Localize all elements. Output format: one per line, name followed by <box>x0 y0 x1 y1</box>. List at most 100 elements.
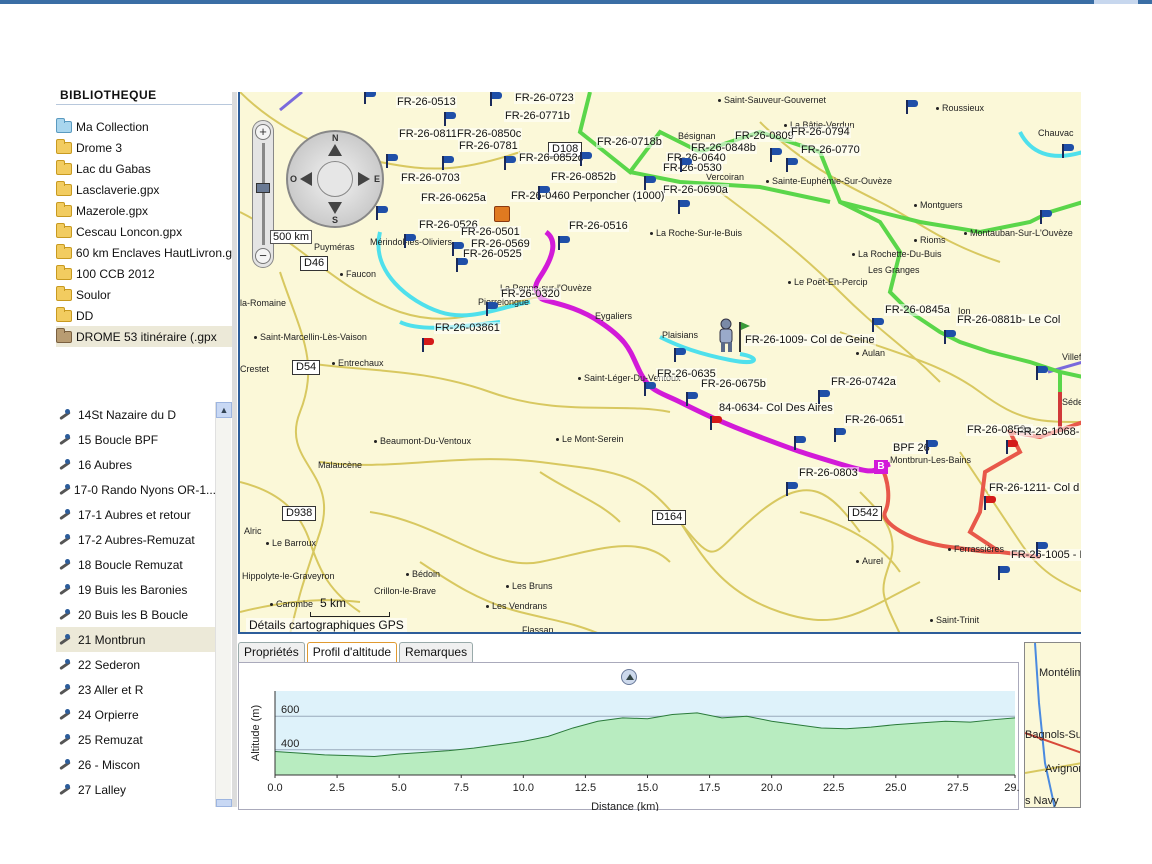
library-folder-item[interactable]: DROME 53 itinéraire (.gpx <box>56 326 232 347</box>
library-folder-item[interactable]: 60 km Enclaves HautLivron.g <box>56 242 232 263</box>
waypoint-label[interactable]: FR-26-0690a <box>662 184 729 196</box>
waypoint-label[interactable]: FR-26-0516 <box>568 220 629 232</box>
waypoint-flag-icon[interactable] <box>872 318 884 332</box>
waypoint-label[interactable]: FR-26-0850c <box>456 128 523 140</box>
waypoint-flag-icon[interactable] <box>452 242 464 256</box>
compass-center[interactable] <box>317 161 353 197</box>
library-folder-item[interactable]: Drome 3 <box>56 137 232 158</box>
overview-minimap[interactable]: Montélim Bagnols-Sur-C Avignon s Navy <box>1024 642 1081 808</box>
waypoint-flag-icon[interactable] <box>442 156 454 170</box>
route-list-item[interactable]: 20 Buis les B Boucle <box>56 602 216 627</box>
waypoint-flag-icon[interactable] <box>486 302 498 316</box>
waypoint-label[interactable]: FR-26-0809 <box>734 130 795 142</box>
waypoint-label[interactable]: FR-26-0770 <box>800 144 861 156</box>
waypoint-flag-icon[interactable] <box>404 234 416 248</box>
zoom-out-button[interactable]: − <box>255 248 271 264</box>
waypoint-label[interactable]: FR-26-0742a <box>830 376 897 388</box>
route-list-item[interactable]: 22 Sederon <box>56 652 216 677</box>
waypoint-label[interactable]: FR-26-0881b- Le Col <box>956 314 1062 326</box>
waypoint-flag-icon[interactable] <box>580 152 592 166</box>
route-list-item[interactable]: 19 Buis les Baronies <box>56 577 216 602</box>
waypoint-flag-icon[interactable] <box>644 382 656 396</box>
waypoint-flag-red-icon[interactable] <box>422 338 434 352</box>
waypoint-label[interactable]: FR-26-0513 <box>396 96 457 108</box>
library-folder-item[interactable]: Cescau Loncon.gpx <box>56 221 232 242</box>
scroll-down-button[interactable] <box>216 799 232 807</box>
waypoint-label[interactable]: FR-26-0625a <box>420 192 487 204</box>
waypoint-flag-icon[interactable] <box>1062 144 1074 158</box>
waypoint-flag-icon[interactable] <box>786 482 798 496</box>
waypoint-label[interactable]: FR-26-0845a <box>884 304 951 316</box>
waypoint-flag-icon[interactable] <box>444 112 456 126</box>
library-folder-item[interactable]: Ma Collection <box>56 116 232 137</box>
poi-icon[interactable] <box>494 206 510 222</box>
waypoint-flag-red-icon[interactable] <box>1006 440 1018 454</box>
scroll-up-button[interactable]: ▲ <box>216 402 232 418</box>
route-list-item[interactable]: 18 Boucle Remuzat <box>56 552 216 577</box>
pan-north-icon[interactable] <box>328 144 342 156</box>
route-end-marker-icon[interactable]: B <box>874 460 888 474</box>
waypoint-label[interactable]: FR-26-0803 <box>798 467 859 479</box>
waypoint-flag-icon[interactable] <box>1036 366 1048 380</box>
pan-west-icon[interactable] <box>300 172 312 186</box>
waypoint-flag-icon[interactable] <box>770 148 782 162</box>
route-list-item[interactable]: 26 - Miscon <box>56 752 216 777</box>
waypoint-flag-icon[interactable] <box>818 390 830 404</box>
library-folder-item[interactable]: Lac du Gabas <box>56 158 232 179</box>
library-folder-item[interactable]: 100 CCB 2012 <box>56 263 232 284</box>
waypoint-label[interactable]: FR-26-0501 <box>460 226 521 238</box>
waypoint-flag-icon[interactable] <box>456 258 468 272</box>
waypoint-label[interactable]: FR-26-0320 <box>500 288 561 300</box>
waypoint-label[interactable]: FR-26-0651 <box>844 414 905 426</box>
pan-compass[interactable]: N S E O <box>286 130 384 228</box>
waypoint-flag-icon[interactable] <box>674 348 686 362</box>
waypoint-flag-icon[interactable] <box>644 176 656 190</box>
waypoint-label[interactable]: FR-26-0771b <box>504 110 571 122</box>
pan-south-icon[interactable] <box>328 202 342 214</box>
waypoint-label[interactable]: 84-0634- Col Des Aires <box>718 402 834 414</box>
waypoint-label[interactable]: FR-26-03861 <box>434 322 501 334</box>
waypoint-flag-icon[interactable] <box>558 236 570 250</box>
waypoint-label[interactable]: FR-26-1009- Col de Geine <box>744 334 876 346</box>
waypoint-label[interactable]: FR-26-0852c <box>518 152 585 164</box>
waypoint-label[interactable]: BPF 26 <box>892 442 931 454</box>
library-folder-item[interactable]: Soulor <box>56 284 232 305</box>
zoom-in-button[interactable]: + <box>255 124 271 140</box>
library-folder-item[interactable]: Mazerole.gpx <box>56 200 232 221</box>
route-list-item[interactable]: 17-0 Rando Nyons OR-1... <box>56 477 216 502</box>
route-list-item[interactable]: 15 Boucle BPF <box>56 427 216 452</box>
library-folder-item[interactable]: Lasclaverie.gpx <box>56 179 232 200</box>
waypoint-label[interactable]: FR-26-0460 Perponcher (1000) <box>510 190 666 202</box>
waypoint-label[interactable]: FR-26-0675b <box>700 378 767 390</box>
waypoint-flag-red-icon[interactable] <box>984 496 996 510</box>
map-view[interactable]: + − 500 km N S E O D46 D54 D938 D164 D54… <box>238 92 1081 634</box>
route-list-item[interactable]: 27 Lalley <box>56 777 216 802</box>
window-controls[interactable] <box>1094 0 1138 4</box>
tab-elevation-profile[interactable]: Profil d'altitude <box>306 642 398 662</box>
waypoint-label[interactable]: FR-26-0525 <box>462 248 523 260</box>
waypoint-flag-icon[interactable] <box>1036 542 1048 556</box>
zoom-thumb[interactable] <box>256 183 270 193</box>
waypoint-label[interactable]: FR-26-0794 <box>790 126 851 138</box>
panel-splitter[interactable] <box>232 92 237 807</box>
hiker-icon[interactable] <box>714 318 752 354</box>
route-list-item[interactable]: 25 Remuzat <box>56 727 216 752</box>
route-list-item[interactable]: 17-1 Aubres et retour <box>56 502 216 527</box>
waypoint-flag-icon[interactable] <box>376 206 388 220</box>
waypoint-flag-red-icon[interactable] <box>710 416 722 430</box>
library-folder-item[interactable]: DD <box>56 305 232 326</box>
waypoint-flag-icon[interactable] <box>364 92 376 104</box>
waypoint-label[interactable]: FR-26-0718b <box>596 136 663 148</box>
waypoint-flag-icon[interactable] <box>944 330 956 344</box>
waypoint-flag-icon[interactable] <box>386 154 398 168</box>
waypoint-label[interactable]: FR-26-0530 <box>662 162 723 174</box>
route-list-item[interactable]: 24 Orpierre <box>56 702 216 727</box>
waypoint-flag-icon[interactable] <box>834 428 846 442</box>
waypoint-flag-icon[interactable] <box>686 392 698 406</box>
waypoint-flag-icon[interactable] <box>504 156 516 170</box>
tab-notes[interactable]: Remarques <box>399 642 474 662</box>
route-list-item[interactable]: 16 Aubres <box>56 452 216 477</box>
waypoint-flag-icon[interactable] <box>678 200 690 214</box>
waypoint-flag-icon[interactable] <box>680 158 692 172</box>
zoom-slider[interactable]: + − <box>252 120 274 268</box>
